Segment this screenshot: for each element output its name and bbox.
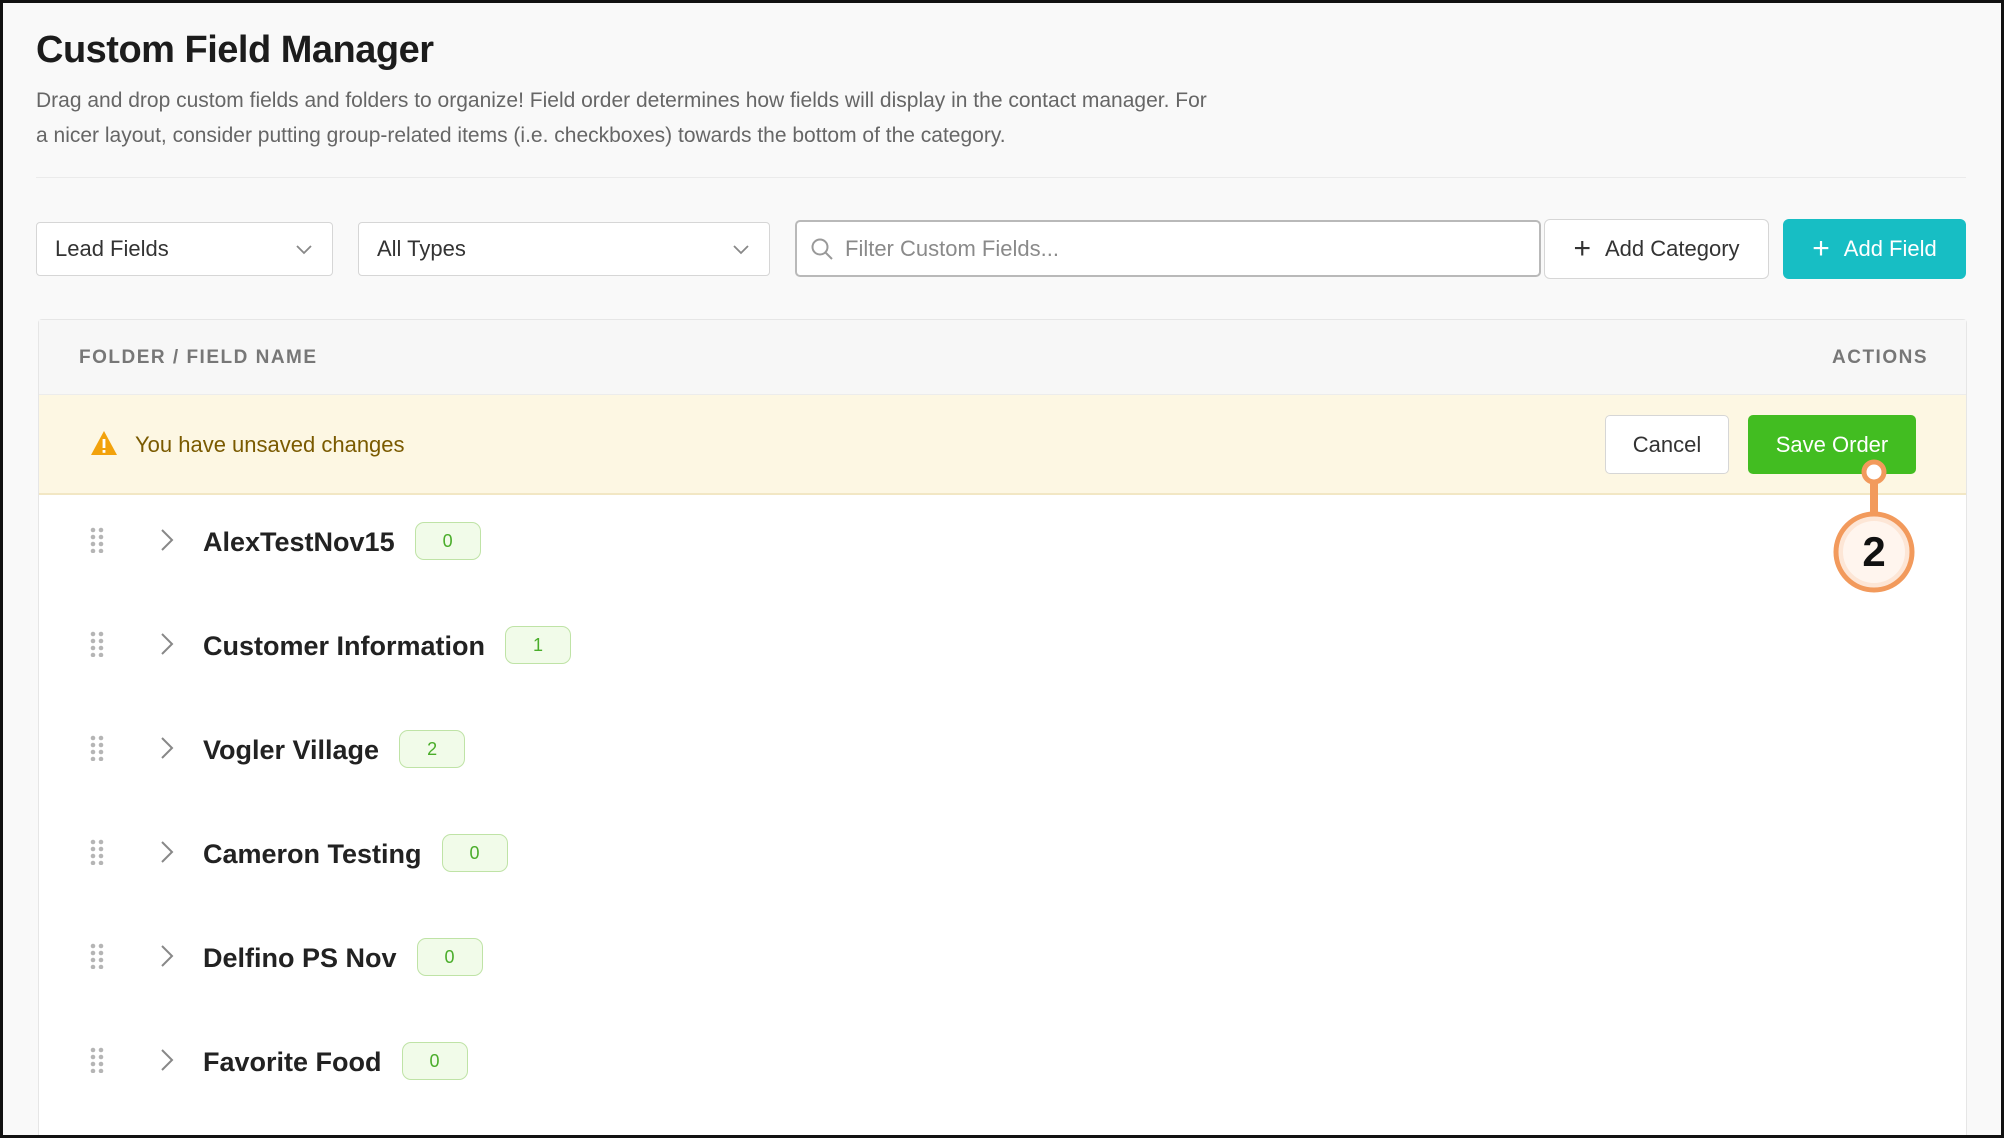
folder-name-wrap: AlexTestNov15 0 [203, 522, 481, 563]
add-category-label: Add Category [1605, 236, 1740, 261]
folder-row[interactable]: Vogler Village 2 [39, 703, 1966, 807]
folder-row[interactable]: Favorite Food 0 [39, 1015, 1966, 1119]
field-count-badge: 0 [416, 938, 483, 976]
drag-handle-icon[interactable] [89, 527, 105, 553]
chevron-right-icon[interactable] [154, 839, 180, 865]
column-header-actions: ACTIONS [1832, 347, 1928, 368]
field-count-badge: 0 [414, 522, 481, 560]
folder-name: AlexTestNov15 [203, 527, 395, 558]
page-description: Drag and drop custom fields and folders … [36, 83, 1336, 153]
folder-name: Favorite Food [203, 1047, 382, 1078]
type-filter-select[interactable]: All Types [358, 222, 770, 276]
field-count-badge: 0 [401, 1042, 468, 1080]
folder-name-wrap: Vogler Village 2 [203, 730, 466, 771]
plus-icon: + [1573, 232, 1591, 265]
folder-row[interactable]: AlexTestNov15 0 [39, 495, 1966, 599]
search-box[interactable] [795, 220, 1541, 277]
field-count-badge: 2 [399, 730, 466, 768]
folder-name-wrap: Delfino PS Nov 0 [203, 938, 483, 979]
drag-handle-icon[interactable] [89, 839, 105, 865]
unsaved-changes-banner: You have unsaved changes Cancel Save Ord… [39, 395, 1966, 495]
warning-icon [91, 431, 117, 455]
plus-icon: + [1812, 232, 1830, 265]
folder-name: Customer Information [203, 631, 486, 662]
folder-row[interactable]: Customer Information 1 [39, 599, 1966, 703]
chevron-right-icon[interactable] [154, 527, 180, 553]
folder-name: Delfino PS Nov [203, 943, 397, 974]
page-title: Custom Field Manager [36, 29, 434, 71]
cancel-button[interactable]: Cancel [1605, 415, 1729, 474]
search-input[interactable] [845, 235, 1525, 262]
chevron-right-icon[interactable] [154, 631, 180, 657]
drag-handle-icon[interactable] [89, 631, 105, 657]
banner-message: You have unsaved changes [135, 432, 405, 457]
drag-handle-icon[interactable] [89, 943, 105, 969]
folder-row[interactable]: Delfino PS Nov 0 [39, 911, 1966, 1015]
step-number: 2 [1862, 528, 1885, 575]
description-line-2: a nicer layout, consider putting group-r… [36, 124, 1006, 147]
chevron-right-icon[interactable] [154, 735, 180, 761]
add-field-label: Add Field [1843, 236, 1937, 261]
description-line-1: Drag and drop custom fields and folders … [36, 89, 1207, 112]
folder-name-wrap: Cameron Testing 0 [203, 834, 508, 875]
add-field-button[interactable]: + Add Field [1783, 219, 1966, 279]
folder-name-wrap: Favorite Food 0 [203, 1042, 468, 1083]
column-header-name: FOLDER / FIELD NAME [79, 347, 318, 368]
search-icon [811, 238, 833, 260]
folder-row[interactable]: Cameron Testing 0 [39, 807, 1966, 911]
field-scope-select[interactable]: Lead Fields [36, 222, 333, 276]
chevron-down-icon [296, 245, 312, 255]
type-filter-value: All Types [377, 236, 466, 261]
drag-handle-icon[interactable] [89, 1047, 105, 1073]
chevron-right-icon[interactable] [154, 1047, 180, 1073]
chevron-right-icon[interactable] [154, 943, 180, 969]
drag-handle-icon[interactable] [89, 735, 105, 761]
add-category-button[interactable]: + Add Category [1544, 219, 1769, 279]
field-count-badge: 0 [441, 834, 508, 872]
header-divider [36, 177, 1966, 178]
field-count-badge: 1 [505, 626, 572, 664]
field-scope-value: Lead Fields [55, 236, 169, 261]
folder-name: Cameron Testing [203, 839, 422, 870]
chevron-down-icon [733, 245, 749, 255]
fields-table: FOLDER / FIELD NAME ACTIONS You have uns… [38, 319, 1967, 1135]
table-header: FOLDER / FIELD NAME ACTIONS [39, 320, 1966, 395]
step-callout: 2 [1833, 459, 1915, 593]
folder-name-wrap: Customer Information 1 [203, 626, 572, 667]
app-window: Custom Field Manager Drag and drop custo… [0, 0, 2004, 1138]
folder-name: Vogler Village [203, 735, 380, 766]
